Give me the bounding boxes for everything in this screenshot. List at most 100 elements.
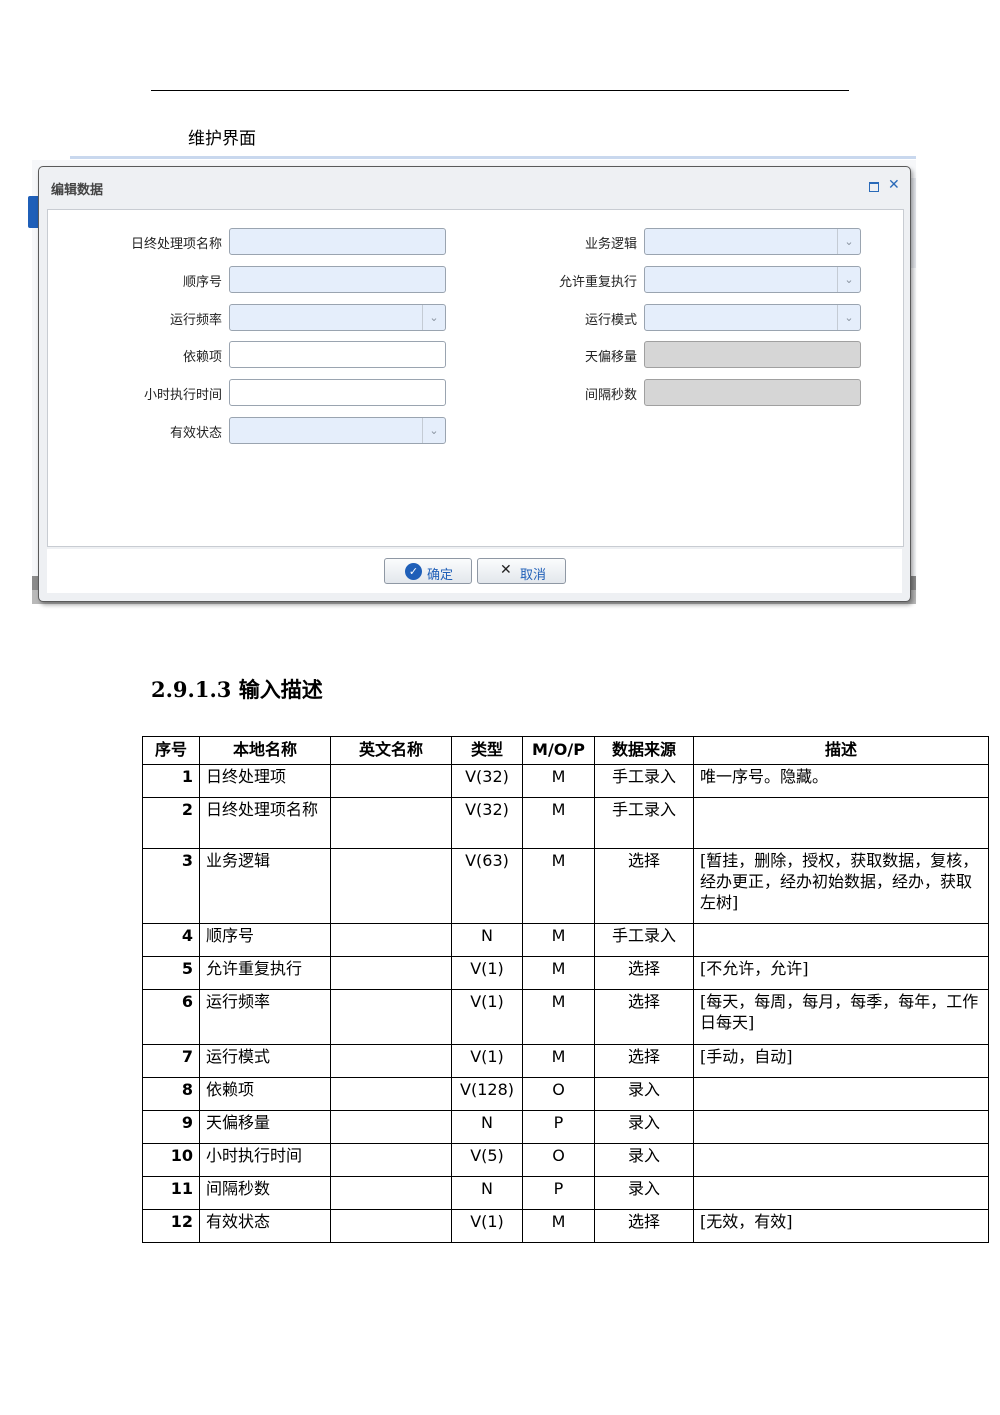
ok-button[interactable]: ✓ 确定 xyxy=(384,558,472,584)
table-row: 7 运行模式 V(1) M 选择 [手动，自动] xyxy=(142,1044,989,1078)
cell-name: 有效状态 xyxy=(199,1209,331,1243)
close-icon[interactable]: ✕ xyxy=(888,177,900,193)
cell-name: 日终处理项 xyxy=(199,764,331,798)
cell-mop: O xyxy=(522,1143,595,1177)
cell-en xyxy=(330,1209,452,1243)
cell-desc xyxy=(693,1176,989,1210)
cell-type: V(63) xyxy=(451,848,523,924)
select-field[interactable]: ⌄ xyxy=(644,266,861,293)
cell-desc: 唯一序号。隐藏。 xyxy=(693,764,989,798)
cell-mop: M xyxy=(522,1044,595,1078)
cell-en xyxy=(330,1176,452,1210)
select-field[interactable]: ⌄ xyxy=(644,304,861,331)
cell-no: 7 xyxy=(142,1044,200,1078)
cell-source: 选择 xyxy=(594,1209,694,1243)
cell-source: 手工录入 xyxy=(594,764,694,798)
table-header-row: 序号 本地名称 英文名称 类型 M/O/P 数据来源 描述 xyxy=(142,736,989,765)
cell-name: 间隔秒数 xyxy=(199,1176,331,1210)
cell-mop: M xyxy=(522,923,595,957)
cell-source: 手工录入 xyxy=(594,797,694,849)
cell-type: N xyxy=(451,1110,523,1144)
cell-name: 业务逻辑 xyxy=(199,848,331,924)
field-label: 运行模式 xyxy=(584,313,637,328)
chevron-down-icon[interactable]: ⌄ xyxy=(837,229,860,254)
field-label: 顺序号 xyxy=(182,275,222,290)
cell-mop: M xyxy=(522,848,595,924)
dialog-title: 编辑数据 xyxy=(51,183,104,198)
column-header: 序号 xyxy=(142,736,200,765)
field-label: 小时执行时间 xyxy=(143,388,222,403)
text-field[interactable] xyxy=(229,379,446,406)
cell-en xyxy=(330,956,452,990)
cell-desc: [每天，每周，每月，每季，每年，工作日每天] xyxy=(693,989,989,1045)
cell-no: 5 xyxy=(142,956,200,990)
column-header: M/O/P xyxy=(522,736,595,765)
maximize-icon[interactable] xyxy=(869,182,879,192)
cell-en xyxy=(330,989,452,1045)
table-row: 1 日终处理项 V(32) M 手工录入 唯一序号。隐藏。 xyxy=(142,764,989,798)
cell-desc: [手动，自动] xyxy=(693,1044,989,1078)
cell-source: 录入 xyxy=(594,1176,694,1210)
cell-type: V(1) xyxy=(451,989,523,1045)
cell-type: V(5) xyxy=(451,1143,523,1177)
field-label: 有效状态 xyxy=(169,426,222,441)
cell-source: 选择 xyxy=(594,1044,694,1078)
cell-source: 录入 xyxy=(594,1077,694,1111)
field-label: 天偏移量 xyxy=(584,350,637,365)
cell-desc xyxy=(693,1077,989,1111)
text-field[interactable] xyxy=(229,266,446,293)
text-field xyxy=(644,379,861,406)
cell-no: 10 xyxy=(142,1143,200,1177)
cell-name: 日终处理项名称 xyxy=(199,797,331,849)
cell-en xyxy=(330,1110,452,1144)
cell-desc: [无效，有效] xyxy=(693,1209,989,1243)
text-field xyxy=(644,341,861,368)
cell-name: 天偏移量 xyxy=(199,1110,331,1144)
select-field[interactable]: ⌄ xyxy=(644,228,861,255)
select-field[interactable]: ⌄ xyxy=(229,304,446,331)
dialog-footer: ✓ 确定 ✕ 取消 xyxy=(47,549,902,593)
dialog-header[interactable]: 编辑数据 ✕ xyxy=(39,167,910,207)
chevron-down-icon[interactable]: ⌄ xyxy=(422,305,445,330)
cell-source: 录入 xyxy=(594,1110,694,1144)
cell-no: 9 xyxy=(142,1110,200,1144)
cell-name: 运行模式 xyxy=(199,1044,331,1078)
cell-type: N xyxy=(451,923,523,957)
header-rule xyxy=(151,90,849,91)
cell-type: V(1) xyxy=(451,956,523,990)
chevron-down-icon[interactable]: ⌄ xyxy=(422,418,445,443)
text-field[interactable] xyxy=(229,228,446,255)
cell-en xyxy=(330,1143,452,1177)
edit-dialog: 编辑数据 ✕ 日终处理项名称 顺序号 运行频率 ⌄ 依赖项 小时执行时间 有效状态 ⌄ 业务逻辑… xyxy=(38,166,911,602)
field-label: 允许重复执行 xyxy=(558,275,637,290)
table-row: 12 有效状态 V(1) M 选择 [无效，有效] xyxy=(142,1209,989,1243)
column-header: 类型 xyxy=(451,736,523,765)
cell-en xyxy=(330,923,452,957)
column-header: 描述 xyxy=(693,736,989,765)
table-row: 8 依赖项 V(128) O 录入 xyxy=(142,1077,989,1111)
cell-name: 运行频率 xyxy=(199,989,331,1045)
cancel-button[interactable]: ✕ 取消 xyxy=(477,558,566,584)
field-label: 运行频率 xyxy=(169,313,222,328)
cell-source: 选择 xyxy=(594,989,694,1045)
input-description-table: 序号 本地名称 英文名称 类型 M/O/P 数据来源 描述 1 日终处理项 V(32… xyxy=(142,736,989,1243)
cell-no: 8 xyxy=(142,1077,200,1111)
cell-source: 手工录入 xyxy=(594,923,694,957)
check-circle-icon: ✓ xyxy=(405,563,422,580)
screenshot-top-border xyxy=(70,156,916,159)
cancel-button-label: 取消 xyxy=(520,568,547,583)
cell-desc xyxy=(693,1110,989,1144)
cell-en xyxy=(330,848,452,924)
cell-no: 11 xyxy=(142,1176,200,1210)
column-header: 数据来源 xyxy=(594,736,694,765)
chevron-down-icon[interactable]: ⌄ xyxy=(837,305,860,330)
text-field[interactable] xyxy=(229,341,446,368)
field-label: 日终处理项名称 xyxy=(130,237,222,252)
cell-en xyxy=(330,1044,452,1078)
cell-type: V(32) xyxy=(451,764,523,798)
cell-type: V(32) xyxy=(451,797,523,849)
select-field[interactable]: ⌄ xyxy=(229,417,446,444)
cell-en xyxy=(330,1077,452,1111)
cell-desc xyxy=(693,797,989,849)
chevron-down-icon[interactable]: ⌄ xyxy=(837,267,860,292)
